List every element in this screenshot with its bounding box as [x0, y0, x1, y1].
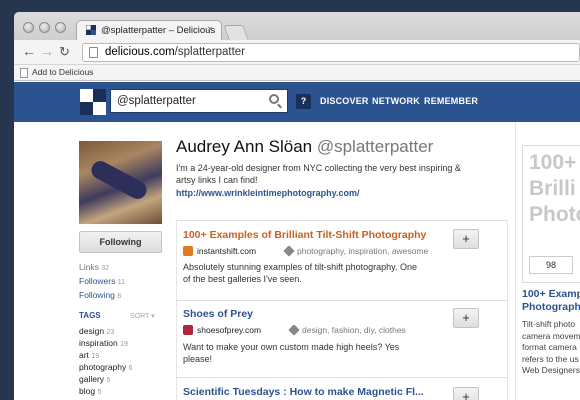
close-window-button[interactable]: [23, 22, 34, 33]
bookmarks-bar: Add to Delicious: [14, 65, 580, 81]
link-description: Want to make your own custom made high h…: [183, 342, 400, 364]
add-link-button[interactable]: +: [453, 308, 479, 328]
profile-url-link[interactable]: http://www.wrinkleintimephotography.com/: [176, 188, 360, 198]
search-input[interactable]: @splatterpatter: [110, 89, 288, 113]
delicious-favicon-icon: [86, 25, 97, 36]
search-icon[interactable]: [269, 94, 279, 104]
tag-item[interactable]: gallery 5: [79, 374, 110, 384]
minimize-window-button[interactable]: [39, 22, 50, 33]
link-title[interactable]: 100+ Examples of Brilliant Tilt-Shift Ph…: [183, 229, 426, 241]
add-link-button[interactable]: +: [453, 387, 479, 400]
divider: [176, 377, 508, 378]
nav-discover[interactable]: DISCOVER: [320, 96, 369, 106]
link-description: Absolutely stunning examples of tilt-shi…: [183, 262, 417, 284]
stat-links[interactable]: Links 32: [79, 262, 109, 272]
stat-following[interactable]: Following 8: [79, 290, 121, 300]
avatar[interactable]: [79, 141, 162, 224]
profile-bio: I'm a 24-year-old designer from NYC coll…: [176, 163, 461, 185]
tag-item[interactable]: design 23: [79, 326, 114, 336]
tag-item[interactable]: art 19: [79, 350, 99, 360]
page-content: Following Links 32 Followers 11 Followin…: [14, 122, 580, 400]
site-favicon-icon: [183, 325, 193, 335]
tab-active[interactable]: @splatterpatter – Delicious ×: [76, 20, 222, 41]
divider: [515, 122, 516, 400]
divider: [176, 300, 508, 301]
browser-window: @splatterpatter – Delicious × ← → ↻ deli…: [14, 12, 580, 400]
link-domain[interactable]: shoesofprey.com: [197, 325, 261, 335]
divider: [176, 220, 508, 221]
tab-strip: @splatterpatter – Delicious ×: [14, 12, 580, 41]
delicious-logo[interactable]: [80, 89, 106, 115]
save-count-badge[interactable]: 98: [529, 256, 573, 274]
tab-title: @splatterpatter – Delicious: [101, 25, 216, 36]
bookmark-page-icon: [20, 68, 28, 78]
browser-toolbar: ← → ↻ delicious.com/splatterpatter: [14, 40, 580, 65]
link-tags[interactable]: design, fashion, diy, clothes: [302, 325, 406, 335]
tags-heading: TAGS: [79, 311, 101, 320]
zoom-window-button[interactable]: [55, 22, 66, 33]
page-icon: [89, 47, 98, 58]
site-header: @splatterpatter ? DISCOVER NETWORK REMEM…: [14, 82, 580, 122]
nav-network[interactable]: NETWORK: [372, 96, 420, 106]
site-favicon-icon: [183, 246, 193, 256]
divider: [507, 220, 508, 400]
bookmark-add-to-delicious[interactable]: Add to Delicious: [32, 67, 93, 77]
link-domain[interactable]: instantshift.com: [197, 246, 256, 256]
promo-text: 100+ Brilli Photo: [529, 151, 580, 226]
tag-icon: [288, 324, 300, 336]
tag-icon: [283, 245, 295, 257]
link-title[interactable]: Shoes of Prey: [183, 308, 253, 320]
profile-name: Audrey Ann Slöan @splatterpatter: [176, 137, 434, 156]
sort-dropdown[interactable]: SORT ▾: [130, 312, 155, 320]
help-button[interactable]: ?: [296, 94, 311, 109]
address-bar[interactable]: delicious.com/splatterpatter: [82, 43, 580, 62]
reload-icon[interactable]: ↻: [59, 44, 70, 60]
tag-item[interactable]: inspiration 19: [79, 338, 128, 348]
featured-link-title[interactable]: 100+ Exampl Photograph: [522, 288, 580, 314]
stat-followers[interactable]: Followers 11: [79, 276, 125, 286]
link-tags[interactable]: photography, inspiration, awesome: [297, 246, 428, 256]
tag-item[interactable]: photography 6: [79, 362, 133, 372]
nav-remember[interactable]: REMEMBER: [424, 96, 478, 106]
following-button[interactable]: Following: [79, 231, 162, 253]
divider: [176, 220, 177, 400]
link-title[interactable]: Scientific Tuesdays : How to make Magnet…: [183, 386, 424, 398]
tag-item[interactable]: blog 5: [79, 386, 101, 396]
tab-close-icon[interactable]: ×: [207, 24, 213, 35]
new-tab-button[interactable]: [223, 25, 249, 40]
featured-link-description: Tilt-shift photo camera movem format cam…: [522, 319, 580, 375]
address-url: delicious.com/splatterpatter: [105, 46, 245, 58]
back-arrow-icon[interactable]: ←: [22, 43, 36, 59]
promo-thumbnail[interactable]: 100+ Brilli Photo 98: [522, 145, 580, 283]
search-value: @splatterpatter: [117, 95, 196, 107]
forward-arrow-icon[interactable]: →: [40, 43, 54, 59]
add-link-button[interactable]: +: [453, 229, 479, 249]
